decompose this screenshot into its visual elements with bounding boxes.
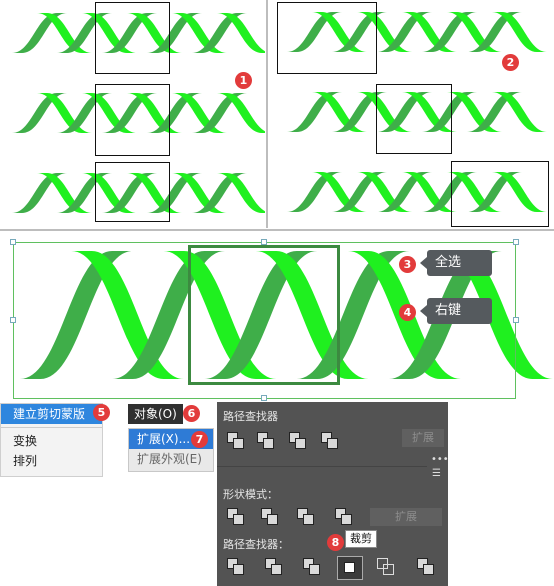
- step-badge-4: 4: [399, 304, 416, 321]
- object-menu[interactable]: 对象(O): [128, 404, 183, 424]
- resize-handle[interactable]: [513, 317, 519, 323]
- crop-rectangle: [451, 161, 549, 227]
- transform-item[interactable]: 变换: [1, 431, 102, 451]
- right-click-tooltip: 右键: [420, 298, 492, 324]
- merge-button[interactable]: [303, 558, 325, 578]
- step-badge-1: 1: [235, 72, 252, 89]
- step-badge-6: 6: [183, 405, 200, 422]
- selection-canvas: 3 全选 4 右键: [0, 231, 554, 401]
- resize-handle[interactable]: [10, 317, 16, 323]
- minus-back-button[interactable]: [417, 558, 439, 578]
- expand-button[interactable]: 扩展: [402, 429, 444, 447]
- step-badge-5: 5: [93, 404, 110, 421]
- crop-button[interactable]: [337, 556, 363, 580]
- crop-rectangle: [95, 2, 170, 74]
- shape-expand-button[interactable]: 扩展: [370, 508, 442, 526]
- shape-minus-front-button[interactable]: [261, 508, 283, 528]
- step-badge-7: 7: [191, 431, 208, 448]
- shape-intersect-button[interactable]: [297, 508, 319, 528]
- unite-button[interactable]: [227, 432, 249, 452]
- arrange-item[interactable]: 排列: [1, 451, 102, 471]
- select-all-tooltip: 全选: [420, 250, 492, 276]
- context-menu: 建立剪切蒙版 变换 排列: [0, 403, 103, 477]
- intersect-button[interactable]: [289, 432, 311, 452]
- crop-tooltip: 裁剪: [345, 530, 377, 548]
- crop-rectangle: [95, 84, 170, 156]
- trim-button[interactable]: [265, 558, 287, 578]
- divide-button[interactable]: [227, 558, 249, 578]
- resize-handle[interactable]: [10, 239, 16, 245]
- shape-unite-button[interactable]: [227, 508, 249, 528]
- panel-menu-icon[interactable]: ☰: [432, 468, 441, 479]
- minus-front-button[interactable]: [257, 432, 279, 452]
- make-clipping-mask-item[interactable]: 建立剪切蒙版: [1, 404, 102, 424]
- panel-separator: [217, 466, 427, 467]
- resize-handle[interactable]: [513, 239, 519, 245]
- shape-modes-label: 形状模式：: [223, 488, 278, 501]
- crop-rectangle: [95, 162, 170, 222]
- clip-rectangle[interactable]: [188, 245, 340, 385]
- resize-handle[interactable]: [261, 395, 267, 401]
- outline-button[interactable]: [377, 558, 399, 578]
- step-badge-3: 3: [399, 256, 416, 273]
- pathfinders-label: 路径查找器：: [223, 538, 289, 551]
- crop-rectangle: [376, 84, 452, 154]
- pathfinder-title: 路径查找器: [223, 410, 278, 423]
- pathfinder-panel: 路径查找器 扩展 ••• ☰ 形状模式： 扩展 路径查找器： 裁剪: [217, 402, 449, 586]
- resize-handle[interactable]: [261, 239, 267, 245]
- example-panel-1: 1: [0, 0, 265, 225]
- menu-separator: [1, 427, 102, 428]
- example-panel-2: 2: [269, 0, 554, 228]
- vertical-divider: [266, 0, 268, 228]
- exclude-button[interactable]: [321, 432, 343, 452]
- crop-rectangle: [277, 2, 377, 74]
- step-badge-2: 2: [502, 54, 519, 71]
- expand-appearance-item[interactable]: 扩展外观(E): [129, 449, 213, 469]
- shape-exclude-button[interactable]: [335, 508, 357, 528]
- more-options-icon[interactable]: •••: [431, 454, 449, 465]
- step-badge-8: 8: [327, 534, 344, 551]
